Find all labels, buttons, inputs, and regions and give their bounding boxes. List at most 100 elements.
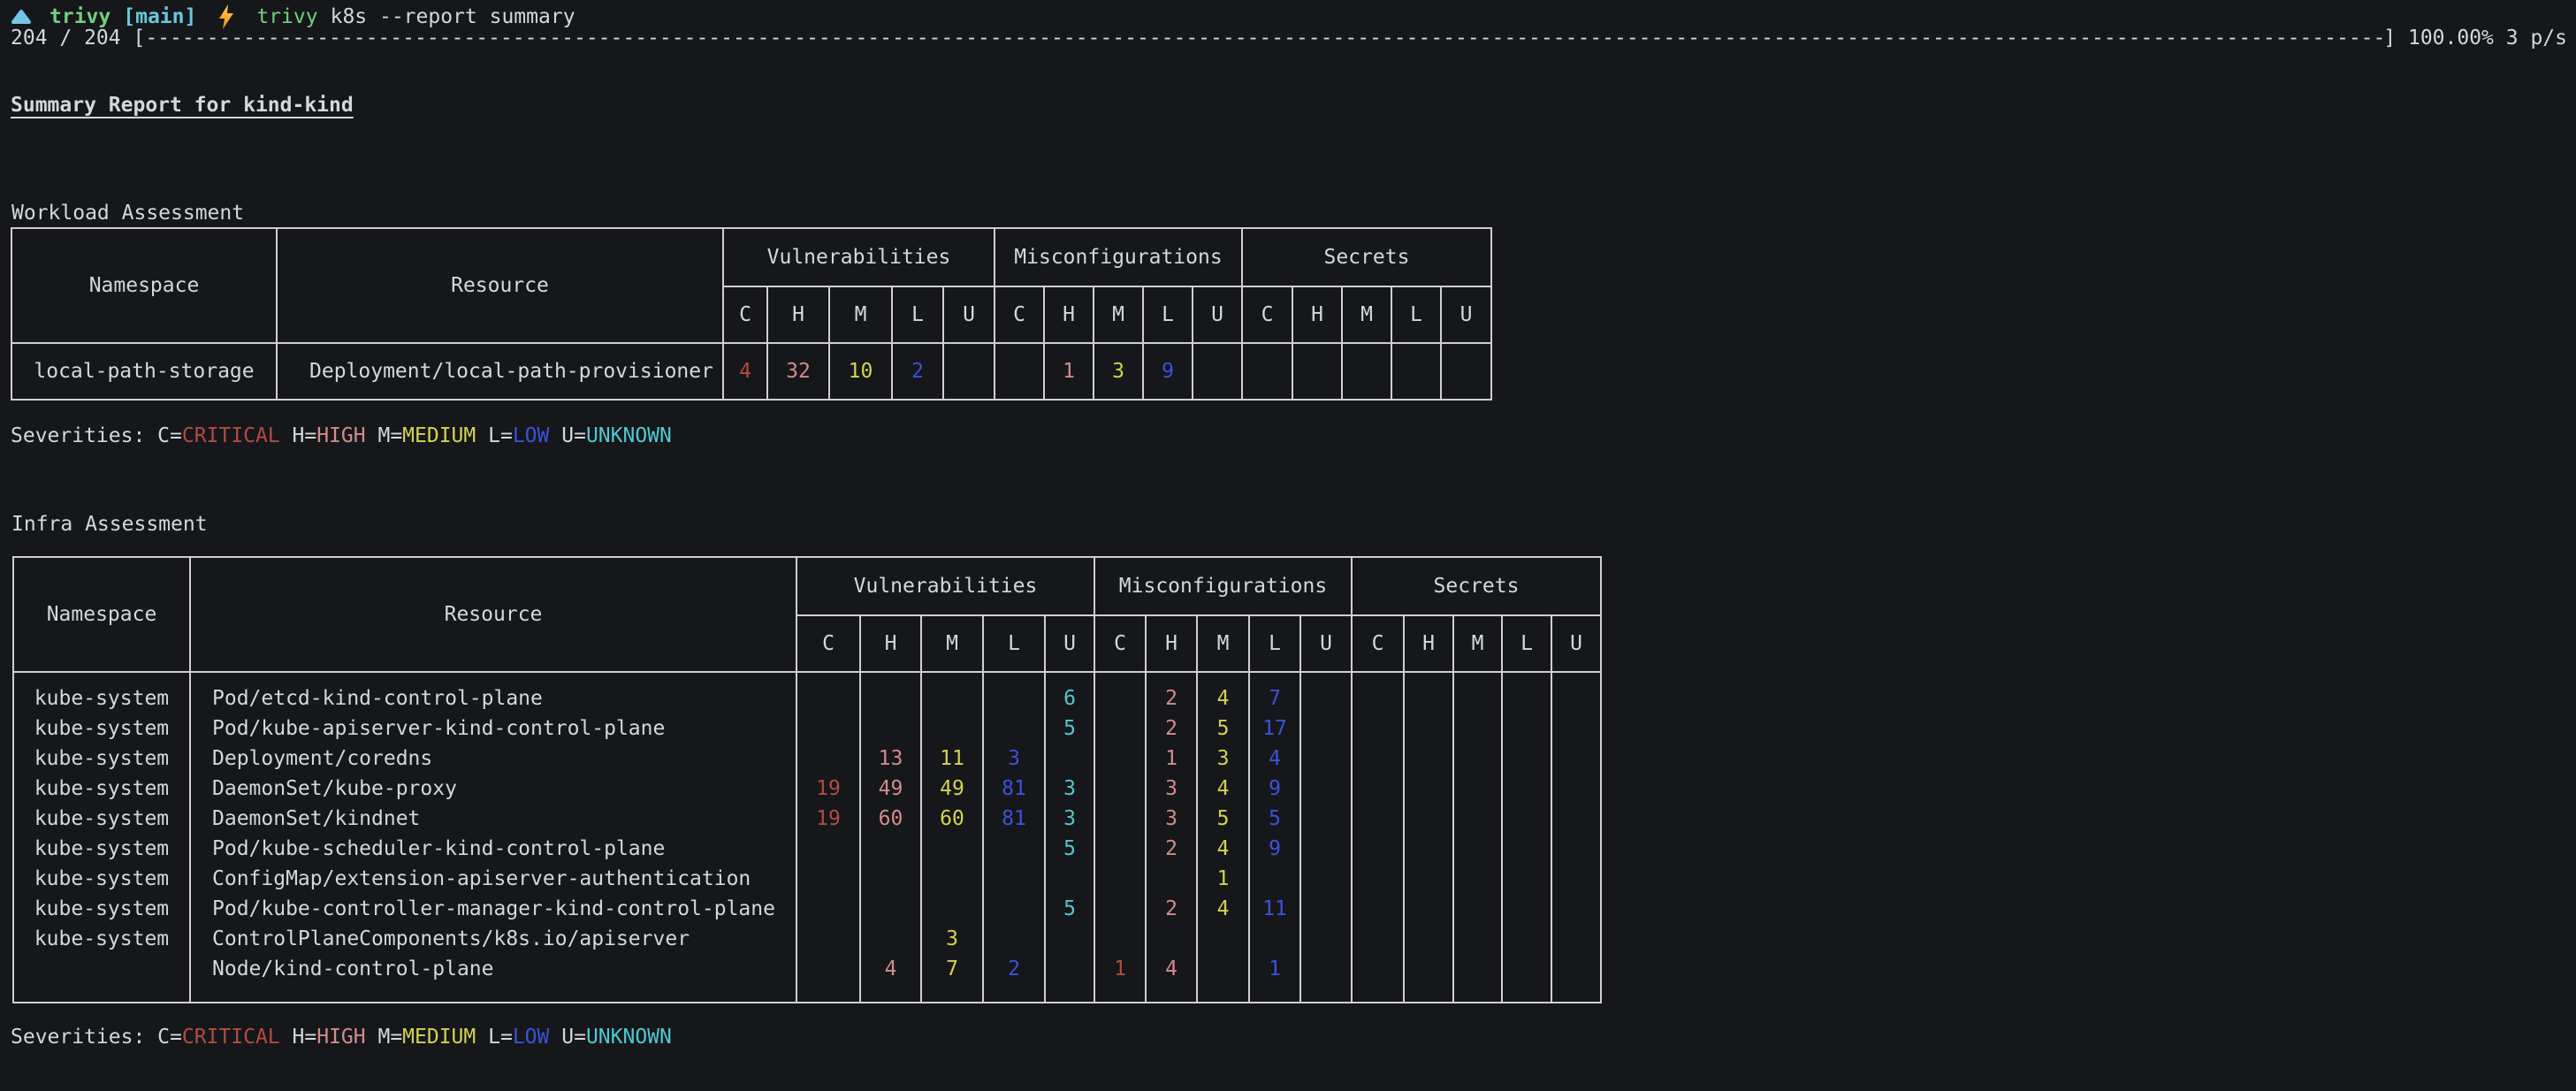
cell-misconfig-medium: 4	[1198, 683, 1248, 713]
report-heading: Summary Report for kind-kind	[11, 94, 354, 117]
cell-misconfig-critical	[1095, 774, 1145, 804]
cell-secrets-low	[1503, 774, 1551, 804]
cell-resource: Pod/kube-apiserver-kind-control-plane	[191, 713, 796, 744]
workload-header-secrets: Secrets	[1242, 228, 1491, 286]
cell-namespace: kube-system	[14, 924, 189, 954]
col-misconfig-critical: 1	[1094, 672, 1146, 1003]
cell-secrets-low	[1503, 864, 1551, 894]
legend-key: L=	[488, 424, 513, 447]
cell-misconfig-medium: 3	[1198, 744, 1248, 774]
col-vuln-critical: 1919	[796, 672, 860, 1003]
legend-high: HIGH	[316, 424, 365, 447]
terminal[interactable]: { "colors": { "sev-critical": "#b44b42",…	[0, 0, 2576, 1091]
cell-vuln-high: 32	[767, 343, 829, 400]
cell-resource: Pod/kube-scheduler-kind-control-plane	[191, 834, 796, 864]
cell-misconfig-low: 5	[1250, 804, 1299, 834]
progress-count: 204 / 204 [	[11, 27, 145, 50]
cell-misconfig-critical	[995, 343, 1044, 400]
cell-misconfig-unknown	[1301, 774, 1351, 804]
cell-vuln-unknown: 3	[1046, 774, 1094, 804]
cell-secrets-unknown	[1552, 864, 1600, 894]
prompt-triangle-icon	[11, 8, 34, 26]
cell-secrets-low	[1503, 713, 1551, 744]
cell-namespace: kube-system	[14, 774, 189, 804]
cell-misconfig-low: 1	[1250, 954, 1299, 984]
cell-resource: Pod/etcd-kind-control-plane	[191, 683, 796, 713]
cell-misconfig-unknown	[1301, 834, 1351, 864]
cell-misconfig-high: 3	[1147, 774, 1196, 804]
legend-medium: MEDIUM	[402, 424, 476, 447]
workload-header-namespace: Namespace	[11, 228, 277, 343]
cell-resource: Deployment/coredns	[191, 744, 796, 774]
cell-vuln-critical	[797, 834, 859, 864]
cell-namespace	[14, 954, 189, 984]
cell-misconfig-medium: 3	[1094, 343, 1143, 400]
legend-critical: CRITICAL	[182, 1026, 280, 1049]
cell-misconfig-unknown	[1193, 343, 1242, 400]
cell-namespace: kube-system	[14, 744, 189, 774]
infra-header-misconfigurations: Misconfigurations	[1094, 557, 1352, 615]
cell-vuln-low	[984, 924, 1044, 954]
infra-header-vulnerabilities: Vulnerabilities	[796, 557, 1094, 615]
col-header-critical: C	[796, 615, 860, 672]
legend-key: U=	[561, 1026, 586, 1049]
legend-high: HIGH	[316, 1026, 365, 1049]
cell-misconfig-critical	[1095, 834, 1145, 864]
col-header-unknown: U	[1300, 615, 1352, 672]
col-header-high: H	[1292, 286, 1342, 343]
cell-misconfig-low: 9	[1143, 343, 1193, 400]
cell-secrets-high	[1405, 744, 1452, 774]
col-resources: Pod/etcd-kind-control-planePod/kube-apis…	[190, 672, 796, 1003]
severity-legend: Severities: C=CRITICAL H=HIGH M=MEDIUM L…	[11, 424, 672, 447]
cell-vuln-high	[861, 864, 920, 894]
cell-vuln-medium: 60	[922, 804, 982, 834]
cell-secrets-high	[1405, 713, 1452, 744]
cell-secrets-high	[1292, 343, 1342, 400]
scan-progress-line: 204 / 204 [ ----------------------------…	[11, 26, 2567, 50]
legend-prefix: Severities:	[11, 1026, 157, 1049]
cell-misconfig-unknown	[1301, 954, 1351, 984]
cell-secrets-critical	[1353, 683, 1403, 713]
cell-vuln-critical	[797, 744, 859, 774]
cell-misconfig-low: 4	[1250, 744, 1299, 774]
cell-vuln-high	[861, 713, 920, 744]
col-vuln-unknown: 653355	[1045, 672, 1094, 1003]
cell-secrets-unknown	[1552, 894, 1600, 924]
cell-vuln-critical: 4	[723, 343, 767, 400]
cell-secrets-critical	[1353, 804, 1403, 834]
legend-critical: CRITICAL	[182, 424, 280, 447]
cell-misconfig-medium	[1198, 924, 1248, 954]
cell-vuln-high	[861, 924, 920, 954]
col-header-high: H	[1146, 615, 1197, 672]
cell-vuln-unknown: 5	[1046, 894, 1094, 924]
cell-secrets-unknown	[1552, 924, 1600, 954]
cell-secrets-low	[1503, 954, 1551, 984]
cell-vuln-medium	[922, 683, 982, 713]
legend-medium: MEDIUM	[402, 1026, 476, 1049]
cell-secrets-high	[1405, 924, 1452, 954]
cell-vuln-low	[984, 683, 1044, 713]
col-misconfig-unknown	[1300, 672, 1352, 1003]
cell-resource: ControlPlaneComponents/k8s.io/apiserver	[191, 924, 796, 954]
legend-key: M=	[377, 424, 402, 447]
cell-vuln-low	[984, 834, 1044, 864]
col-header-high: H	[1044, 286, 1094, 343]
cell-misconfig-medium: 4	[1198, 894, 1248, 924]
cell-secrets-critical	[1242, 343, 1292, 400]
cell-vuln-medium	[922, 894, 982, 924]
cell-misconfig-high	[1147, 924, 1196, 954]
col-header-critical: C	[1094, 615, 1146, 672]
legend-unknown: UNKNOWN	[586, 1026, 672, 1049]
cell-misconfig-low	[1250, 924, 1299, 954]
cell-secrets-unknown	[1552, 834, 1600, 864]
infra-header-resource: Resource	[190, 557, 796, 672]
cell-misconfig-medium: 4	[1198, 834, 1248, 864]
cell-secrets-critical	[1353, 713, 1403, 744]
cell-vuln-high: 13	[861, 744, 920, 774]
col-header-low: L	[1249, 615, 1300, 672]
cell-misconfig-critical	[1095, 683, 1145, 713]
col-header-low: L	[1143, 286, 1193, 343]
cell-secrets-critical	[1353, 894, 1403, 924]
col-header-critical: C	[995, 286, 1044, 343]
cell-secrets-high	[1405, 804, 1452, 834]
